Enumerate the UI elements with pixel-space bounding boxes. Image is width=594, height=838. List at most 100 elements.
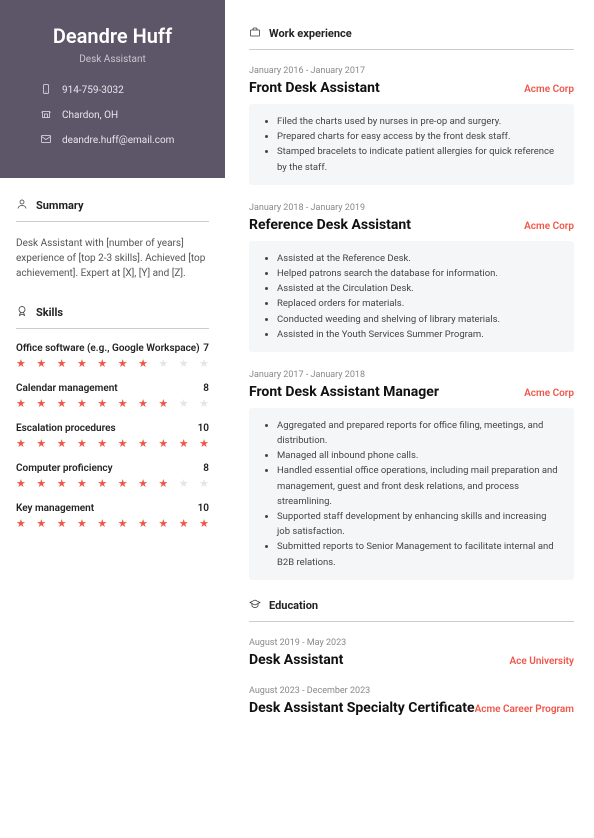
skill-stars: ★★★★★★★★★★	[16, 518, 209, 529]
work-bullet: Helped patrons search the database for i…	[277, 266, 560, 281]
contact-phone: 914-759-3032	[40, 83, 205, 98]
education-school: Acme Career Program	[475, 704, 574, 715]
work-company: Acme Corp	[524, 221, 574, 232]
work-bullet: Filed the charts used by nurses in pre-o…	[277, 114, 560, 129]
star-icon: ★	[118, 358, 128, 369]
star-icon: ★	[97, 358, 107, 369]
work-bullet: Conducted weeding and shelving of librar…	[277, 312, 560, 327]
skill-name: Computer proficiency	[16, 463, 113, 474]
work-bullet: Supported staff development by enhancing…	[277, 509, 560, 539]
star-icon: ★	[138, 438, 148, 449]
star-icon: ★	[57, 518, 67, 529]
skill-stars: ★★★★★★★★★★	[16, 478, 209, 489]
work-title: Reference Desk Assistant	[249, 217, 411, 233]
work-bullet: Assisted in the Youth Services Summer Pr…	[277, 327, 560, 342]
work-entry: January 2017 - January 2018Front Desk As…	[249, 370, 574, 580]
star-icon: ★	[97, 518, 107, 529]
work-bullet: Managed all inbound phone calls.	[277, 448, 560, 463]
email-text: deandre.huff@email.com	[62, 135, 174, 146]
sidebar-body: Summary Desk Assistant with [number of y…	[0, 178, 225, 563]
education-entry: August 2023 - December 2023 Desk Assistan…	[249, 686, 574, 716]
star-icon: ★	[97, 478, 107, 489]
star-icon: ★	[77, 398, 87, 409]
work-entry: January 2018 - January 2019 Reference Des…	[249, 203, 574, 352]
star-icon: ★	[77, 358, 87, 369]
education-school: Ace University	[510, 656, 575, 667]
star-icon: ★	[77, 478, 87, 489]
work-bullet: Stamped bracelets to indicate patient al…	[277, 144, 560, 174]
skill-item: Escalation procedures10★★★★★★★★★★	[16, 423, 209, 449]
work-list: January 2016 - January 2017Front Desk As…	[249, 66, 574, 580]
skill-name: Key management	[16, 503, 94, 514]
star-icon: ★	[36, 358, 46, 369]
skill-level: 10	[198, 423, 209, 434]
education-title: Desk Assistant	[249, 652, 343, 668]
email-icon	[40, 133, 52, 148]
header-block: Deandre Huff Desk Assistant 914-759-3032…	[0, 0, 225, 178]
work-bullets: Assisted at the Reference Desk.Helped pa…	[249, 241, 574, 352]
star-icon: ★	[57, 398, 67, 409]
star-icon: ★	[179, 478, 189, 489]
star-icon: ★	[77, 518, 87, 529]
star-icon: ★	[158, 358, 168, 369]
person-icon	[16, 198, 28, 213]
person-name: Deandre Huff	[20, 24, 205, 48]
star-icon: ★	[118, 518, 128, 529]
work-title: Front Desk Assistant	[249, 80, 380, 96]
skill-item: Key management10★★★★★★★★★★	[16, 503, 209, 529]
star-icon: ★	[16, 438, 26, 449]
education-dates: August 2023 - December 2023	[249, 686, 574, 696]
star-icon: ★	[57, 478, 67, 489]
education-dates: August 2019 - May 2023	[249, 638, 574, 648]
contact-list: 914-759-3032 Chardon, OH deandre.huff@em…	[20, 83, 205, 148]
summary-text: Desk Assistant with [number of years] ex…	[16, 236, 209, 281]
summary-heading-text: Summary	[36, 199, 84, 212]
contact-email: deandre.huff@email.com	[40, 133, 205, 148]
briefcase-icon	[249, 26, 261, 41]
star-icon: ★	[16, 358, 26, 369]
star-icon: ★	[158, 398, 168, 409]
star-icon: ★	[199, 478, 209, 489]
skill-level: 8	[203, 383, 209, 394]
skills-heading-text: Skills	[36, 306, 63, 319]
star-icon: ★	[138, 398, 148, 409]
star-icon: ★	[138, 518, 148, 529]
star-icon: ★	[36, 518, 46, 529]
skill-level: 8	[203, 463, 209, 474]
skill-stars: ★★★★★★★★★★	[16, 438, 209, 449]
star-icon: ★	[57, 438, 67, 449]
work-dates: January 2018 - January 2019	[249, 203, 574, 213]
skill-stars: ★★★★★★★★★★	[16, 358, 209, 369]
work-dates: January 2017 - January 2018	[249, 370, 574, 380]
main-content: Work experience January 2016 - January 2…	[225, 0, 594, 838]
star-icon: ★	[36, 398, 46, 409]
star-icon: ★	[179, 518, 189, 529]
star-icon: ★	[118, 478, 128, 489]
star-icon: ★	[138, 358, 148, 369]
work-bullet: Assisted at the Reference Desk.	[277, 251, 560, 266]
star-icon: ★	[199, 438, 209, 449]
star-icon: ★	[118, 398, 128, 409]
person-title: Desk Assistant	[20, 54, 205, 65]
work-company: Acme Corp	[524, 84, 574, 95]
education-heading-text: Education	[269, 599, 318, 612]
summary-heading: Summary	[16, 198, 209, 222]
star-icon: ★	[199, 358, 209, 369]
star-icon: ★	[199, 398, 209, 409]
graduation-icon	[249, 598, 261, 613]
work-bullet: Submitted reports to Senior Management t…	[277, 539, 560, 569]
star-icon: ★	[179, 358, 189, 369]
star-icon: ★	[16, 518, 26, 529]
star-icon: ★	[36, 438, 46, 449]
skill-item: Calendar management8★★★★★★★★★★	[16, 383, 209, 409]
star-icon: ★	[158, 438, 168, 449]
location-text: Chardon, OH	[62, 110, 118, 121]
education-title: Desk Assistant Specialty Certificate	[249, 700, 475, 716]
phone-text: 914-759-3032	[62, 85, 124, 96]
skill-name: Escalation procedures	[16, 423, 116, 434]
work-bullet: Aggregated and prepared reports for offi…	[277, 418, 560, 448]
star-icon: ★	[97, 398, 107, 409]
education-heading: Education	[249, 598, 574, 622]
skills-list: Office software (e.g., Google Workspace)…	[16, 343, 209, 529]
work-bullet: Assisted at the Circulation Desk.	[277, 281, 560, 296]
